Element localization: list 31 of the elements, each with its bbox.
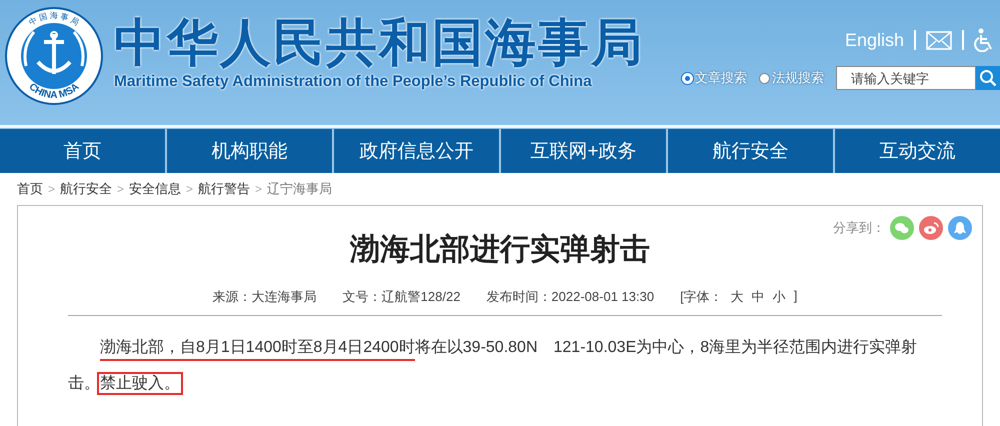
article-title: 渤海北部进行实弹射击 — [350, 232, 650, 268]
breadcrumb-link[interactable]: 航行警告 — [198, 180, 250, 198]
share-weibo-icon[interactable] — [919, 216, 943, 240]
breadcrumb-link[interactable]: 安全信息 — [129, 180, 182, 198]
share-label: 分享到： — [833, 219, 885, 237]
breadcrumb-separator: > — [186, 182, 194, 196]
font-size-link[interactable]: 中 — [752, 288, 765, 306]
breadcrumb-link[interactable]: 辽宁海事局 — [267, 180, 332, 198]
breadcrumb-separator: > — [48, 182, 56, 196]
font-size-link[interactable]: 小 — [772, 288, 786, 306]
nav-item[interactable]: 互动交流 — [835, 129, 1000, 173]
bracket-text: ] — [794, 288, 798, 305]
site-title: 中华人民共和国海事局 — [114, 13, 644, 73]
breadcrumb-separator: > — [255, 182, 262, 196]
breadcrumb-link[interactable]: 航行安全 — [60, 180, 112, 198]
breadcrumb-separator: > — [117, 182, 124, 196]
font-size-label: [字体： — [680, 288, 723, 306]
meta-text: 发布时间：2022-08-01 13:30 — [486, 288, 654, 306]
share-wechat-icon[interactable] — [890, 216, 914, 240]
search-field[interactable]: 请输入关键字 — [836, 66, 976, 90]
meta-text: 文号：辽航警128/22 — [342, 288, 460, 306]
accessibility-icon[interactable] — [974, 28, 994, 52]
font-size-link[interactable]: 大 — [730, 288, 744, 306]
breadcrumb-link[interactable]: 首页 — [17, 180, 43, 198]
share-qq-icon[interactable] — [948, 216, 972, 240]
article-body: 渤海北部，自8月1日1400时至8月4日2400时将在以39-50.80N 121-10.03E为中心，8海里为半径范围内进行实弹射击。禁止驶入。 — [68, 330, 918, 402]
mail-icon[interactable] — [926, 30, 952, 50]
radio-button[interactable] — [759, 72, 770, 84]
search-button[interactable] — [976, 66, 1000, 90]
meta-text: 来源：大连海事局 — [212, 288, 317, 306]
site-subtitle: Maritime Safety Administration of the People’s Republic of China — [114, 73, 593, 91]
